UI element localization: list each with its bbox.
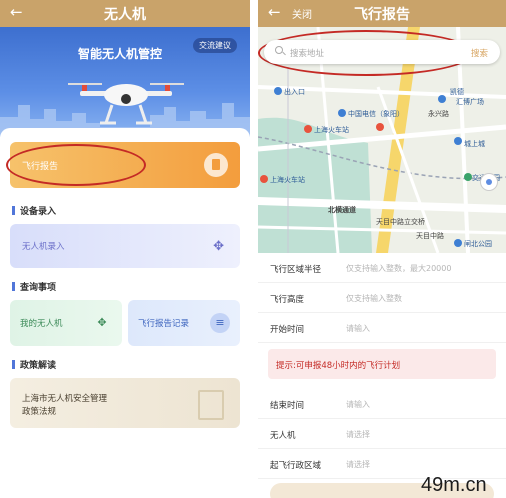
field-label: 起飞行政区域 (270, 461, 322, 471)
flight-records-label: 飞行报告记录 (138, 319, 190, 329)
policy-card[interactable]: 上海市无人机安全管理 政策法规 (10, 378, 240, 428)
drone-icon: ✥ (213, 239, 224, 254)
drone-illustration (68, 83, 184, 125)
map-label: 汇博广场 (456, 98, 484, 106)
field-start-time[interactable]: 开始时间 请输入 (258, 313, 506, 343)
document-icon (198, 390, 224, 420)
end-time-input[interactable]: 请输入 (346, 399, 370, 410)
uav-entry-button[interactable]: 无人机录入 ✥ (10, 224, 240, 268)
hero-title: 智能无人机管控 (78, 47, 163, 61)
poi-pin[interactable] (274, 87, 282, 95)
drone-small-icon: ✥ (97, 316, 107, 329)
uav-entry-label: 无人机录入 (22, 242, 65, 252)
field-label: 飞行高度 (270, 295, 305, 305)
field-label: 开始时间 (270, 325, 305, 335)
search-bar[interactable]: 搜索地址 搜索 (264, 40, 500, 64)
search-icon (275, 46, 283, 54)
my-uav-label: 我的无人机 (20, 319, 63, 329)
feedback-button[interactable]: 交流建议 (193, 38, 237, 53)
records-icon: ≡ (210, 313, 230, 333)
header-bar: ← 关闭 飞行报告 (258, 0, 506, 27)
poi-pin[interactable] (438, 95, 446, 103)
watermark: 49m.cn (421, 474, 487, 496)
map-label: 天目中路立交桥 (376, 218, 425, 226)
map-label: 上海火车站 (314, 126, 349, 134)
page-title: 无人机 (104, 7, 146, 23)
map-label: 凯德 (450, 88, 464, 96)
field-label: 结束时间 (270, 401, 305, 411)
flight-report-screen: ← 关闭 飞行报告 搜索地址 搜索 出入口 中国电信（象阳） 上海火车站 永兴路… (258, 0, 506, 498)
poi-pin[interactable] (454, 239, 462, 247)
location-marker[interactable] (376, 123, 384, 131)
field-label: 无人机 (270, 431, 296, 441)
report-doc-icon (204, 153, 228, 177)
field-radius[interactable]: 飞行区域半径 仅支持输入整数，最大20000 (258, 253, 506, 283)
locate-icon[interactable] (480, 173, 498, 191)
radius-input[interactable]: 仅支持输入整数，最大20000 (346, 263, 451, 274)
policy-title-line1: 上海市无人机安全管理 (22, 394, 108, 404)
field-altitude[interactable]: 飞行高度 仅支持输入整数 (258, 283, 506, 313)
field-uav[interactable]: 无人机 请选择 (258, 419, 506, 449)
highlight-ellipse (6, 144, 146, 186)
notice-text: 提示:可申报48小时内的飞行计划 (276, 361, 401, 371)
section-device: 设备录入 (12, 204, 56, 217)
region-select[interactable]: 请选择 (346, 459, 370, 470)
header-bar: ← 无人机 (0, 0, 250, 27)
map-label: 天目中路 (416, 232, 444, 240)
field-label: 飞行区域半径 (270, 265, 322, 275)
map-label: 出入口 (284, 88, 305, 96)
field-end-time[interactable]: 结束时间 请输入 (258, 389, 506, 419)
map-label: 北横通道 (328, 206, 356, 214)
poi-pin[interactable] (454, 137, 462, 145)
map-view[interactable]: 搜索地址 搜索 出入口 中国电信（象阳） 上海火车站 永兴路 上海火车站 北横通… (258, 27, 506, 253)
flight-records-button[interactable]: 飞行报告记录 ≡ (128, 300, 240, 346)
station-pin[interactable] (260, 175, 268, 183)
poi-pin[interactable] (464, 173, 472, 181)
map-label: 中国电信（象阳） (348, 110, 404, 118)
map-label: 上海火车站 (270, 176, 305, 184)
station-pin[interactable] (304, 125, 312, 133)
notice-banner: 提示:可申报48小时内的飞行计划 (268, 349, 496, 379)
uav-home-screen: ← 无人机 智能无人机管控 交流建议 飞行报告 设备录入 无人机录入 ✥ 查询事… (0, 0, 250, 498)
uav-select[interactable]: 请选择 (346, 429, 370, 440)
altitude-input[interactable]: 仅支持输入整数 (346, 293, 402, 304)
map-label: 闸北公园 (464, 240, 492, 248)
policy-title-line2: 政策法规 (22, 407, 57, 417)
section-query: 查询事项 (12, 280, 56, 293)
poi-pin[interactable] (338, 109, 346, 117)
services-card: 飞行报告 设备录入 无人机录入 ✥ 查询事项 我的无人机 ✥ 飞行报告记录 ≡ … (0, 128, 250, 498)
map-label: 城上城 (464, 140, 485, 148)
search-button[interactable]: 搜索 (471, 47, 488, 59)
page-title: 飞行报告 (354, 7, 410, 23)
map-label: 永兴路 (428, 110, 449, 118)
search-input[interactable]: 搜索地址 (290, 47, 324, 59)
hero-banner: 智能无人机管控 交流建议 (0, 27, 250, 137)
section-policy: 政策解读 (12, 358, 56, 371)
start-time-input[interactable]: 请输入 (346, 323, 370, 334)
my-uav-button[interactable]: 我的无人机 ✥ (10, 300, 122, 346)
